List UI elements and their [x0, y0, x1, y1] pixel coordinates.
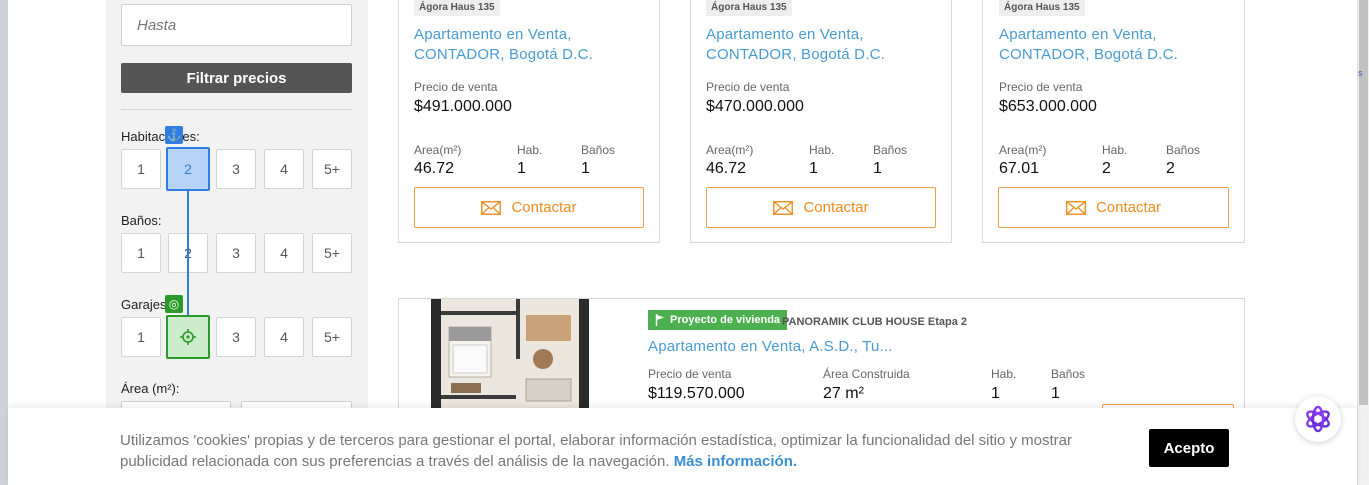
- listing-title-line1[interactable]: Apartamento en Venta,: [414, 25, 572, 45]
- hab-value: 1: [991, 385, 1000, 402]
- floorplan-image[interactable]: [431, 299, 589, 409]
- mail-icon: [1066, 200, 1086, 215]
- mail-icon: [773, 200, 794, 215]
- mail-icon: [481, 200, 502, 215]
- bathrooms-option-4[interactable]: 4: [264, 233, 304, 273]
- area-value: 67.01: [999, 160, 1040, 177]
- sidebar-divider: [121, 109, 352, 110]
- area-value: 27 m²: [823, 385, 864, 402]
- contact-button[interactable]: Contactar: [998, 187, 1229, 228]
- project-tag: Ágora Haus 135: [414, 0, 500, 16]
- contact-label: Contactar: [511, 199, 577, 216]
- hab-value: 2: [1102, 160, 1111, 177]
- garages-option-5plus[interactable]: 5+: [312, 317, 352, 357]
- accept-cookies-button[interactable]: Acepto: [1149, 429, 1229, 467]
- area-label: Area(m²): [999, 143, 1047, 157]
- price-value: $119.570.000: [648, 385, 745, 402]
- garages-option-3[interactable]: 3: [216, 317, 256, 357]
- bedrooms-option-5plus[interactable]: 5+: [312, 149, 352, 189]
- hab-label: Hab.: [991, 367, 1017, 381]
- area-label: Área (m²):: [121, 381, 180, 396]
- area-label: Area(m²): [706, 143, 754, 157]
- area-label: Área Construida: [823, 367, 910, 381]
- flag-icon: [655, 314, 664, 326]
- more-info-link[interactable]: Más información.: [674, 453, 797, 470]
- floorplan-drawing: [431, 299, 589, 409]
- banos-label: Baños: [1166, 143, 1201, 157]
- project-tag: Ágora Haus 135: [706, 0, 792, 16]
- hab-value: 1: [809, 160, 818, 177]
- garages-option-2[interactable]: [166, 315, 210, 359]
- area-label: Area(m²): [414, 143, 462, 157]
- contact-button[interactable]: Contactar: [706, 187, 936, 228]
- cookie-text: Utilizamos 'cookies' propias y de tercer…: [120, 432, 1073, 470]
- price-value: $491.000.000: [414, 98, 512, 115]
- price-label: Precio de venta: [999, 80, 1083, 94]
- garages-option-4[interactable]: 4: [264, 317, 304, 357]
- listing-title-line1[interactable]: Apartamento en Venta,: [999, 25, 1157, 45]
- price-value: $653.000.000: [999, 98, 1097, 115]
- listing-title-line2[interactable]: CONTADOR, Bogotá D.C.: [706, 45, 885, 65]
- price-value: $470.000.000: [706, 98, 804, 115]
- banos-value: 2: [1166, 160, 1175, 177]
- listing-title-line2[interactable]: CONTADOR, Bogotá D.C.: [414, 45, 593, 65]
- bedrooms-option-3[interactable]: 3: [216, 149, 256, 189]
- chat-logo-icon: [1306, 405, 1330, 433]
- contact-label: Contactar: [1095, 199, 1162, 216]
- price-label: Precio de venta: [706, 80, 790, 94]
- project-name: PANORAMIK CLUB HOUSE Etapa 2: [782, 316, 967, 328]
- bedrooms-option-4[interactable]: 4: [264, 149, 304, 189]
- hab-label: Hab.: [809, 143, 835, 157]
- drag-connector-line: [187, 190, 189, 316]
- project-type-badge: Proyecto de vivienda: [648, 310, 788, 330]
- filter-prices-button[interactable]: Filtrar precios: [121, 63, 352, 93]
- price-label: Precio de venta: [414, 80, 498, 94]
- listing-title-line1[interactable]: Apartamento en Venta,: [706, 25, 864, 45]
- project-type-label: Proyecto de vivienda: [670, 314, 781, 326]
- bathrooms-label: Baños:: [121, 213, 162, 228]
- bathrooms-option-3[interactable]: 3: [216, 233, 256, 273]
- target-icon: ◎: [165, 295, 183, 313]
- garages-option-1[interactable]: 1: [121, 317, 161, 357]
- banos-label: Baños: [581, 143, 616, 157]
- featured-title[interactable]: Apartamento en Venta, A.S.D., Tu...: [648, 337, 893, 357]
- hab-label: Hab.: [1102, 143, 1128, 157]
- banos-label: Baños: [873, 143, 908, 157]
- listing-title-line2[interactable]: CONTADOR, Bogotá D.C.: [999, 45, 1178, 65]
- area-value: 46.72: [414, 160, 455, 177]
- garages-label: Garajes:: [121, 297, 171, 312]
- banos-value: 1: [1051, 385, 1060, 402]
- chat-widget-button[interactable]: [1295, 396, 1341, 442]
- left-border: [0, 0, 8, 485]
- banos-label: Baños: [1051, 367, 1086, 381]
- page: Filtrar precios Habitaciones: 1 2 3 4 5+…: [0, 0, 1369, 485]
- cookie-message: Utilizamos 'cookies' propias y de tercer…: [120, 430, 1080, 472]
- project-tag: Ágora Haus 135: [999, 0, 1085, 16]
- contact-label: Contactar: [803, 199, 869, 216]
- price-max-input[interactable]: [122, 5, 351, 45]
- area-value: 46.72: [706, 160, 747, 177]
- scrollbar-thumb[interactable]: [1359, 0, 1368, 405]
- bathrooms-option-1[interactable]: 1: [121, 233, 161, 273]
- edge-text: s: [1358, 68, 1363, 78]
- bedrooms-option-2[interactable]: 2: [166, 147, 210, 191]
- crosshair-icon: [180, 329, 196, 345]
- anchor-icon: ⚓: [165, 126, 183, 144]
- banos-value: 1: [873, 160, 882, 177]
- bedrooms-label: Habitaciones:: [121, 129, 200, 144]
- price-max-field[interactable]: [121, 4, 352, 46]
- bathrooms-option-5plus[interactable]: 5+: [312, 233, 352, 273]
- contact-button[interactable]: Contactar: [414, 187, 644, 228]
- price-label: Precio de venta: [648, 367, 732, 381]
- bedrooms-option-1[interactable]: 1: [121, 149, 161, 189]
- hab-label: Hab.: [517, 143, 543, 157]
- banos-value: 1: [581, 160, 590, 177]
- hab-value: 1: [517, 160, 526, 177]
